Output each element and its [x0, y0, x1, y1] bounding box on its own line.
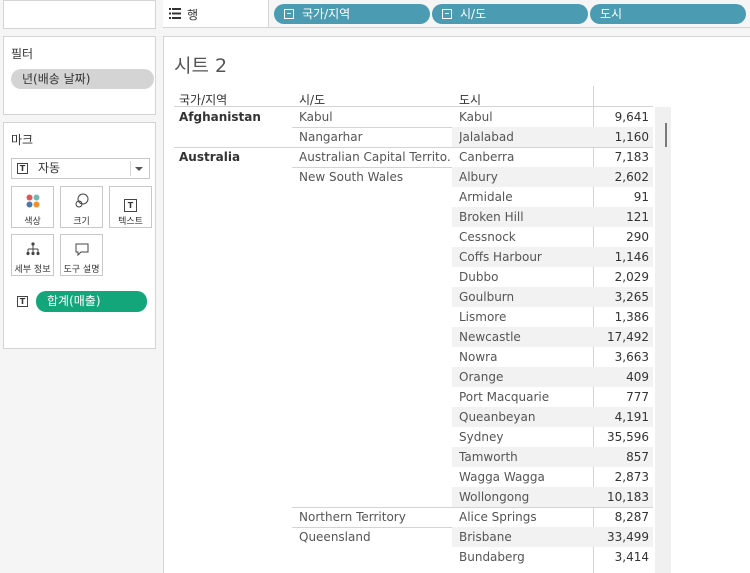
table-cell-city[interactable]: Newcastle	[459, 327, 591, 347]
table-cell-sales[interactable]: 8,287	[589, 507, 649, 527]
color-button[interactable]: 색상	[11, 186, 54, 228]
rows-pill-country[interactable]: 국가/지역	[274, 4, 430, 24]
table-cell-region[interactable]: Queensland	[299, 527, 451, 547]
table-cell-sales[interactable]: 3,663	[589, 347, 649, 367]
table-cell-city[interactable]: Bundaberg	[459, 547, 591, 567]
collapse-icon[interactable]	[442, 9, 452, 19]
rows-shelf: 행 국가/지역 시/도 도시	[163, 0, 750, 28]
tooltip-label: 도구 설명	[63, 265, 100, 275]
table-cell-sales[interactable]: 4,191	[589, 407, 649, 427]
table-cell-sales[interactable]: 2,029	[589, 267, 649, 287]
table-cell-city[interactable]: Kabul	[459, 107, 591, 127]
rows-label: 행	[187, 8, 199, 22]
sheet-title: 시트 2	[174, 55, 228, 77]
size-circles-icon	[61, 193, 102, 209]
vertical-scrollbar[interactable]	[655, 107, 671, 573]
table-cell-sales[interactable]: 3,414	[589, 547, 649, 567]
tableau-workspace: 필터 년(배송 날짜) 마크 T 자동 색상 크기 T 텍스트 세부 정보 도구…	[0, 0, 750, 573]
text-mark-icon: T	[17, 296, 28, 307]
table-cell-region[interactable]: New South Wales	[299, 167, 451, 187]
table-cell-sales[interactable]: 3,265	[589, 287, 649, 307]
speech-bubble-icon	[61, 241, 102, 257]
table-cell-sales[interactable]: 9,641	[589, 107, 649, 127]
table-cell-city[interactable]: Tamworth	[459, 447, 591, 467]
pages-card	[3, 0, 156, 29]
table-cell-city[interactable]: Canberra	[459, 147, 591, 167]
table-cell-sales[interactable]: 290	[589, 227, 649, 247]
text-box-icon: T	[110, 193, 151, 212]
detail-label: 세부 정보	[14, 265, 51, 275]
text-button[interactable]: T 텍스트	[109, 186, 152, 228]
table-cell-city[interactable]: Brisbane	[459, 527, 591, 547]
detail-button[interactable]: 세부 정보	[11, 234, 54, 276]
table-cell-sales[interactable]: 2,602	[589, 167, 649, 187]
table-cell-sales[interactable]: 1,146	[589, 247, 649, 267]
size-label: 크기	[73, 217, 90, 227]
table-cell-sales[interactable]: 33,499	[589, 527, 649, 547]
text-mark-icon: T	[17, 163, 28, 174]
filters-card: 필터 년(배송 날짜)	[3, 36, 156, 115]
table-cell-city[interactable]: Coffs Harbour	[459, 247, 591, 267]
table-cell-sales[interactable]: 35,596	[589, 427, 649, 447]
detail-tree-icon	[12, 241, 53, 257]
color-dots-icon	[12, 193, 53, 209]
table-cell-city[interactable]: Jalalabad	[459, 127, 591, 147]
table-cell-city[interactable]: Dubbo	[459, 267, 591, 287]
table-cell-city[interactable]: Queanbeyan	[459, 407, 591, 427]
table-cell-sales[interactable]: 121	[589, 207, 649, 227]
tooltip-button[interactable]: 도구 설명	[60, 234, 103, 276]
marks-card: 마크 T 자동 색상 크기 T 텍스트 세부 정보 도구 설명 T 합계(매출)	[3, 122, 156, 349]
filters-title: 필터	[11, 47, 34, 61]
filter-pill-ship-year[interactable]: 년(배송 날짜)	[11, 69, 154, 89]
table-cell-sales[interactable]: 777	[589, 387, 649, 407]
mark-type-dropdown[interactable]: T 자동	[11, 158, 150, 179]
rows-pill-state[interactable]: 시/도	[432, 4, 588, 24]
table-cell-sales[interactable]: 10,183	[589, 487, 649, 507]
table-cell-city[interactable]: Albury	[459, 167, 591, 187]
table-cell-sales[interactable]: 17,492	[589, 327, 649, 347]
table-cell-city[interactable]: Cessnock	[459, 227, 591, 247]
table-cell-city[interactable]: Port Macquarie	[459, 387, 591, 407]
table-cell-country[interactable]: Australia	[179, 147, 240, 167]
mark-type-label: 자동	[38, 161, 61, 175]
chevron-down-icon	[135, 167, 143, 171]
table-cell-region[interactable]: Nangarhar	[299, 127, 451, 147]
table-cell-region[interactable]: Northern Territory	[299, 507, 451, 527]
table-cell-city[interactable]: Alice Springs	[459, 507, 591, 527]
table-cell-region[interactable]: Kabul	[299, 107, 451, 127]
rows-pill-city[interactable]: 도시	[590, 4, 746, 24]
color-label: 색상	[24, 217, 41, 227]
table-cell-city[interactable]: Lismore	[459, 307, 591, 327]
table-cell-region[interactable]: Australian Capital Territo..	[299, 147, 451, 167]
table-cell-sales[interactable]: 1,160	[589, 127, 649, 147]
table-cell-city[interactable]: Sydney	[459, 427, 591, 447]
table-cell-city[interactable]: Broken Hill	[459, 207, 591, 227]
worksheet-view: 시트 2 국가/지역 시/도 도시 Afghanistan Kabul Kabul 9…	[163, 36, 750, 573]
table-cell-city[interactable]: Orange	[459, 367, 591, 387]
table-cell-city[interactable]: Goulburn	[459, 287, 591, 307]
table-cell-city[interactable]: Nowra	[459, 347, 591, 367]
table-cell-sales[interactable]: 857	[589, 447, 649, 467]
table-cell-sales[interactable]: 1,386	[589, 307, 649, 327]
marks-title: 마크	[11, 133, 34, 147]
table-cell-city[interactable]: Wollongong	[459, 487, 591, 507]
table-cell-sales[interactable]: 7,183	[589, 147, 649, 167]
collapse-icon[interactable]	[284, 9, 294, 19]
rows-shelf-label: 행	[163, 0, 269, 28]
table-cell-city[interactable]: Wagga Wagga	[459, 467, 591, 487]
measure-pill-sum-sales[interactable]: 합계(매출)	[36, 291, 147, 312]
size-button[interactable]: 크기	[60, 186, 103, 228]
table-cell-sales[interactable]: 91	[589, 187, 649, 207]
rows-icon	[169, 8, 181, 19]
text-label: 텍스트	[118, 217, 143, 227]
table-cell-country[interactable]: Afghanistan	[179, 107, 261, 127]
scrollbar-thumb[interactable]	[665, 123, 667, 147]
table-cell-sales[interactable]: 409	[589, 367, 649, 387]
table-cell-sales[interactable]: 2,873	[589, 467, 649, 487]
table-cell-city[interactable]: Armidale	[459, 187, 591, 207]
